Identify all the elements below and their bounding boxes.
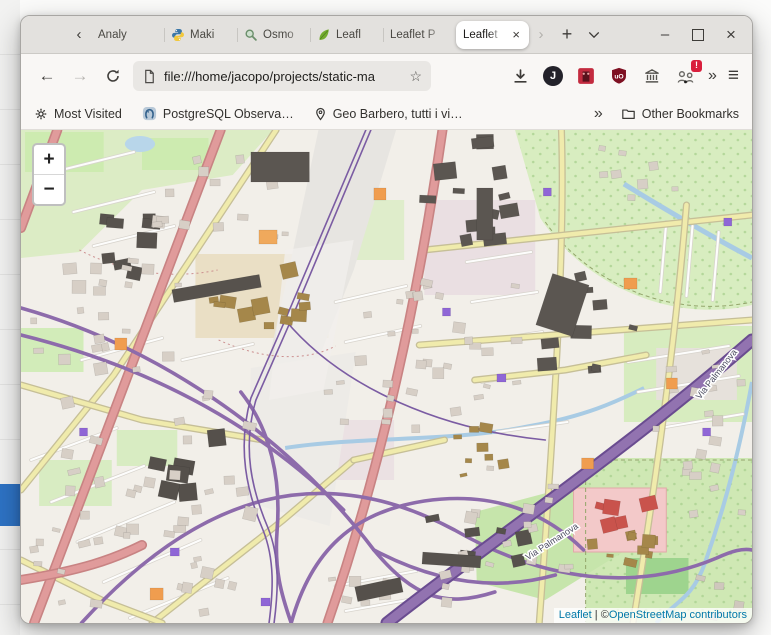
downloads-button[interactable] bbox=[510, 66, 530, 86]
tab-bar: ‹ Analy Maki Osmo Leafl Leaflet P Leafle… bbox=[21, 16, 752, 54]
leaflet-link[interactable]: Leaflet bbox=[559, 609, 592, 621]
back-button[interactable]: ← bbox=[34, 63, 60, 89]
bookmark-postgresql[interactable]: PostgreSQL Observa… bbox=[142, 106, 294, 121]
tab-label: Leafl bbox=[336, 28, 361, 41]
containers-button[interactable]: ! bbox=[675, 60, 702, 86]
bookmark-geo-barbero[interactable]: Geo Barbero, tutti i vi… bbox=[314, 107, 463, 121]
close-tab-icon[interactable]: × bbox=[510, 27, 522, 42]
desktop-background: ‹ Analy Maki Osmo Leafl Leaflet P Leafle… bbox=[0, 0, 771, 635]
magnifier-icon bbox=[245, 28, 257, 41]
bookmarks-bar: Most Visited PostgreSQL Observa… Geo Bar… bbox=[21, 98, 752, 130]
toolbar-extensions: J uO ! » ≡ bbox=[510, 60, 739, 87]
avatar[interactable]: J bbox=[543, 66, 563, 86]
new-tab-button[interactable]: + bbox=[553, 21, 581, 49]
app-menu-button[interactable]: ≡ bbox=[728, 65, 739, 87]
map-zoom-control: + − bbox=[32, 143, 66, 206]
map-attribution: Leaflet | ©OpenStreetMap contributors bbox=[553, 608, 752, 623]
scroll-tabs-left-button[interactable]: ‹ bbox=[67, 22, 91, 48]
minimize-button[interactable]: – bbox=[658, 26, 672, 43]
maximize-button[interactable] bbox=[691, 28, 705, 41]
postgresql-icon bbox=[142, 106, 156, 121]
other-bookmarks[interactable]: Other Bookmarks bbox=[621, 107, 739, 121]
ublock-shield-icon: uO bbox=[612, 67, 626, 84]
tab-osmo[interactable]: Osmo bbox=[237, 21, 310, 49]
bookmark-label: Geo Barbero, tutti i vi… bbox=[332, 106, 463, 121]
chevron-down-icon bbox=[588, 31, 600, 38]
scroll-tabs-right-button[interactable]: › bbox=[529, 22, 553, 48]
tab-leafl[interactable]: Leafl bbox=[310, 21, 383, 49]
map-canvas[interactable]: Via Palmanova Via Palmanova bbox=[21, 130, 752, 623]
download-icon bbox=[513, 68, 527, 83]
tab-label: Osmo bbox=[263, 28, 294, 41]
python-icon bbox=[172, 28, 184, 41]
tab-analy[interactable]: Analy bbox=[91, 21, 164, 49]
map-pin-icon bbox=[315, 107, 325, 121]
tab-label: Analy bbox=[98, 28, 127, 41]
forward-button[interactable]: → bbox=[67, 63, 93, 89]
url-bar[interactable]: file:///home/jacopo/projects/static-ma ☆ bbox=[133, 61, 431, 91]
maximize-icon bbox=[692, 28, 704, 41]
tab-label: Leaflet P bbox=[390, 28, 436, 41]
url-text[interactable]: file:///home/jacopo/projects/static-ma bbox=[164, 69, 402, 84]
archive-button[interactable] bbox=[642, 66, 662, 86]
osm-link[interactable]: OpenStreetMap contributors bbox=[609, 609, 747, 621]
tab-leaflet-active[interactable]: Leaflet × bbox=[456, 20, 529, 49]
close-window-button[interactable]: × bbox=[724, 25, 738, 45]
bookmarks-overflow-button[interactable]: » bbox=[594, 105, 603, 123]
window-controls: – × bbox=[658, 16, 738, 53]
reload-icon bbox=[107, 69, 119, 82]
zoom-out-button[interactable]: − bbox=[34, 175, 64, 204]
bookmark-most-visited[interactable]: Most Visited bbox=[34, 107, 122, 121]
page-content: Via Palmanova Via Palmanova + − Leaflet … bbox=[21, 130, 752, 623]
leaflet-leaf-icon bbox=[319, 28, 329, 40]
bookmark-label: Most Visited bbox=[54, 106, 122, 121]
bookmark-label: PostgreSQL Observa… bbox=[162, 106, 294, 121]
notification-badge: ! bbox=[691, 60, 702, 72]
tab-label: Leaflet bbox=[463, 28, 498, 41]
tab-label: Maki bbox=[190, 28, 215, 41]
background-window-edge bbox=[0, 0, 20, 635]
reload-button[interactable] bbox=[100, 63, 126, 89]
bank-building-icon bbox=[645, 69, 659, 83]
firefox-window: ‹ Analy Maki Osmo Leafl Leaflet P Leafle… bbox=[20, 15, 753, 624]
extension-red-button[interactable] bbox=[576, 66, 596, 86]
bookmark-label: Other Bookmarks bbox=[641, 106, 739, 121]
ublock-label: uO bbox=[614, 73, 623, 80]
zoom-in-button[interactable]: + bbox=[34, 145, 64, 175]
ublock-button[interactable]: uO bbox=[609, 66, 629, 86]
bookmark-star-icon[interactable]: ☆ bbox=[409, 68, 422, 85]
navigation-toolbar: ← → file:///home/jacopo/projects/static-… bbox=[21, 54, 752, 98]
tab-maki[interactable]: Maki bbox=[164, 21, 237, 49]
page-icon bbox=[145, 69, 154, 83]
folder-icon bbox=[621, 108, 635, 119]
overflow-menu-button[interactable]: » bbox=[708, 67, 717, 85]
attribution-separator: | © bbox=[591, 609, 609, 621]
extension-red-icon bbox=[578, 68, 594, 84]
gear-icon bbox=[35, 108, 47, 119]
list-all-tabs-button[interactable] bbox=[581, 22, 607, 48]
tab-leaflet-p[interactable]: Leaflet P bbox=[383, 21, 456, 49]
